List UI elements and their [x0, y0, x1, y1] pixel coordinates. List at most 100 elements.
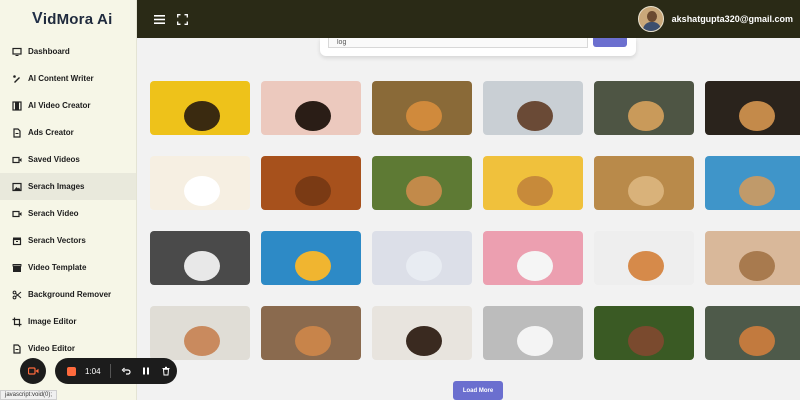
sidebar-item-label: AI Content Writer	[28, 74, 94, 83]
image-thumbnail[interactable]	[705, 81, 800, 135]
image-thumbnail[interactable]	[372, 231, 472, 285]
sidebar: VidMora Ai Dashboard AI Content Writer A…	[0, 0, 137, 400]
sidebar-item-ai-content-writer[interactable]: AI Content Writer	[0, 65, 136, 92]
sidebar-item-search-video[interactable]: Serach Video	[0, 200, 136, 227]
image-subject	[406, 326, 442, 356]
sidebar-item-background-remover[interactable]: Background Remover	[0, 281, 136, 308]
document-icon	[12, 127, 22, 138]
sidebar-item-label: Ads Creator	[28, 128, 74, 137]
sidebar-item-label: Video Editor	[28, 344, 75, 353]
image-subject	[628, 176, 664, 206]
video-icon	[12, 155, 22, 165]
app-logo[interactable]: VidMora Ai	[0, 0, 136, 38]
sidebar-item-ads-creator[interactable]: Ads Creator	[0, 119, 136, 146]
image-subject	[295, 101, 331, 131]
image-thumbnail[interactable]	[261, 231, 361, 285]
sidebar-item-label: Serach Images	[28, 182, 85, 191]
search-input[interactable]	[328, 38, 588, 48]
avatar[interactable]	[637, 6, 664, 32]
status-link-text: javascript:void(0);	[0, 390, 58, 400]
image-thumbnail[interactable]	[705, 306, 800, 360]
image-thumbnail[interactable]	[150, 306, 250, 360]
image-subject	[184, 176, 220, 206]
image-subject	[184, 101, 220, 131]
stop-record-button[interactable]	[67, 366, 76, 376]
sidebar-item-label: Serach Video	[28, 209, 79, 218]
image-subject	[739, 326, 775, 356]
image-thumbnail[interactable]	[372, 306, 472, 360]
recorder-bar: 1:04	[55, 358, 177, 384]
recorder-divider	[110, 364, 111, 378]
top-bar: akshatgupta320@gmail.com	[137, 0, 800, 38]
clapper-icon	[12, 263, 22, 273]
image-thumbnail[interactable]	[705, 231, 800, 285]
sidebar-item-label: AI Video Creator	[28, 101, 91, 110]
sidebar-item-label: Saved Videos	[28, 155, 80, 164]
search-bar	[320, 38, 636, 56]
fullscreen-icon[interactable]	[174, 11, 190, 27]
image-subject	[739, 101, 775, 131]
image-thumbnail[interactable]	[150, 231, 250, 285]
menu-icon[interactable]	[151, 11, 167, 27]
image-subject	[628, 251, 664, 281]
load-more-button[interactable]: Load More	[453, 381, 503, 400]
image-subject	[184, 251, 220, 281]
image-thumbnail[interactable]	[372, 81, 472, 135]
sidebar-item-label: Background Remover	[28, 290, 112, 299]
image-subject	[184, 326, 220, 356]
image-thumbnail[interactable]	[483, 231, 583, 285]
pause-icon[interactable]	[141, 366, 151, 376]
film-icon	[12, 100, 22, 111]
image-thumbnail[interactable]	[483, 156, 583, 210]
sidebar-item-search-images[interactable]: Serach Images	[0, 173, 136, 200]
sidebar-item-image-editor[interactable]: Image Editor	[0, 308, 136, 335]
image-subject	[406, 101, 442, 131]
crop-icon	[12, 317, 22, 327]
image-thumbnail[interactable]	[150, 81, 250, 135]
image-thumbnail[interactable]	[594, 306, 694, 360]
undo-icon[interactable]	[121, 366, 131, 376]
image-subject	[295, 251, 331, 281]
image-thumbnail[interactable]	[483, 81, 583, 135]
image-thumbnail[interactable]	[261, 156, 361, 210]
user-menu[interactable]: akshatgupta320@gmail.com	[637, 6, 793, 32]
scissors-icon	[12, 290, 22, 300]
image-subject	[406, 251, 442, 281]
sidebar-item-ai-video-creator[interactable]: AI Video Creator	[0, 92, 136, 119]
trash-icon[interactable]	[161, 366, 171, 376]
image-thumbnail[interactable]	[594, 156, 694, 210]
sidebar-item-saved-videos[interactable]: Saved Videos	[0, 146, 136, 173]
image-subject	[517, 176, 553, 206]
image-icon	[12, 182, 22, 192]
camera-icon	[27, 367, 38, 375]
record-timer: 1:04	[85, 366, 101, 376]
image-thumbnail[interactable]	[261, 81, 361, 135]
logo-initial: V	[32, 10, 43, 27]
image-subject	[517, 326, 553, 356]
image-thumbnail[interactable]	[150, 156, 250, 210]
sidebar-nav: Dashboard AI Content Writer AI Video Cre…	[0, 38, 136, 362]
document-icon	[12, 343, 22, 354]
logo-text: idMora Ai	[42, 10, 113, 28]
sidebar-item-label: Video Template	[28, 263, 87, 272]
image-subject	[295, 326, 331, 356]
image-thumbnail[interactable]	[372, 156, 472, 210]
image-subject	[739, 176, 775, 206]
recorder-camera-button[interactable]	[20, 358, 46, 384]
video-icon	[12, 209, 22, 219]
image-subject	[295, 176, 331, 206]
image-subject	[517, 251, 553, 281]
sidebar-item-label: Dashboard	[28, 47, 70, 56]
sidebar-item-video-template[interactable]: Video Template	[0, 254, 136, 281]
sidebar-item-search-vectors[interactable]: Serach Vectors	[0, 227, 136, 254]
image-thumbnail[interactable]	[594, 231, 694, 285]
search-button[interactable]	[593, 38, 627, 47]
image-thumbnail[interactable]	[594, 81, 694, 135]
image-thumbnail[interactable]	[705, 156, 800, 210]
image-subject	[628, 326, 664, 356]
image-thumbnail[interactable]	[483, 306, 583, 360]
monitor-icon	[12, 47, 22, 57]
image-thumbnail[interactable]	[261, 306, 361, 360]
image-subject	[739, 251, 775, 281]
sidebar-item-dashboard[interactable]: Dashboard	[0, 38, 136, 65]
